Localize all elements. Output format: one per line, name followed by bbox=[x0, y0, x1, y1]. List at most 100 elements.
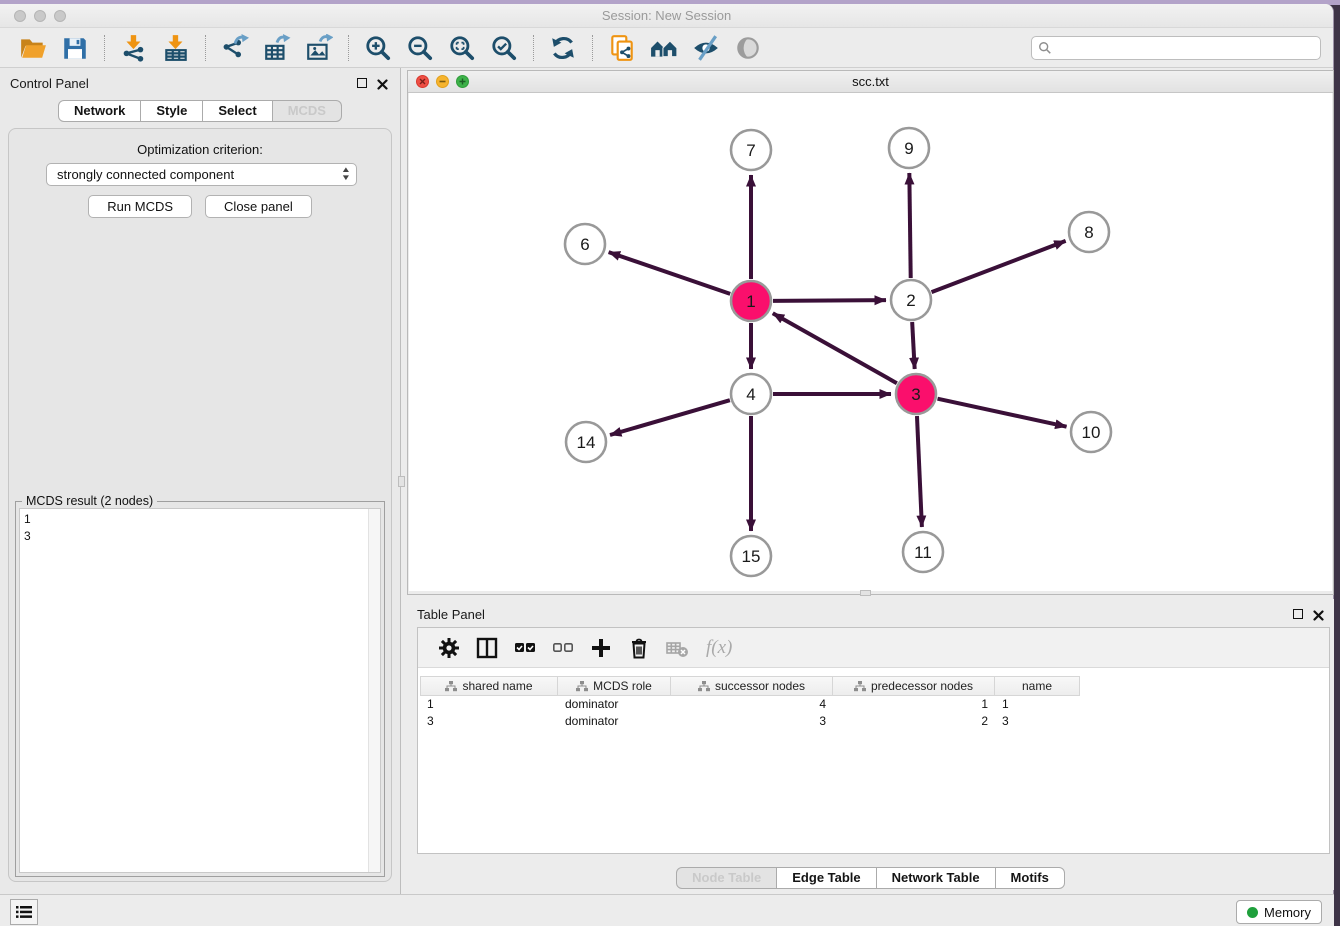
float-panel-icon[interactable] bbox=[1293, 609, 1303, 619]
tab-node-table[interactable]: Node Table bbox=[676, 867, 777, 889]
task-history-button[interactable] bbox=[10, 899, 38, 925]
node-label: 7 bbox=[746, 141, 755, 160]
result-scrollbar[interactable] bbox=[368, 509, 380, 872]
graph-node-9[interactable]: 9 bbox=[889, 128, 929, 168]
save-session-icon[interactable] bbox=[61, 34, 89, 62]
zoom-out-icon[interactable] bbox=[406, 34, 434, 62]
column-header-label: shared name bbox=[462, 679, 532, 693]
first-neighbors-icon[interactable] bbox=[650, 34, 678, 62]
edge-2-to-9[interactable] bbox=[909, 173, 910, 278]
hide-graphics-details-icon[interactable] bbox=[692, 34, 720, 62]
tab-style[interactable]: Style bbox=[141, 100, 203, 122]
tab-select[interactable]: Select bbox=[203, 100, 272, 122]
export-table-icon[interactable] bbox=[263, 34, 291, 62]
memory-button[interactable]: Memory bbox=[1236, 900, 1322, 924]
splitter-handle[interactable] bbox=[860, 590, 871, 596]
function-builder-icon: f(x) bbox=[706, 637, 732, 659]
delete-columns-icon[interactable] bbox=[627, 636, 651, 660]
dropdown-value: strongly connected component bbox=[57, 167, 234, 182]
tab-motifs[interactable]: Motifs bbox=[996, 867, 1065, 889]
table-cell: dominator bbox=[558, 696, 671, 713]
edge-4-to-14[interactable] bbox=[610, 400, 730, 435]
column-header-predecessor-nodes[interactable]: predecessor nodes bbox=[833, 676, 995, 696]
result-line: 1 bbox=[24, 511, 376, 528]
table-toolbar: f(x) bbox=[418, 628, 1329, 668]
graph-node-8[interactable]: 8 bbox=[1069, 212, 1109, 252]
table-row[interactable]: 1dominator411 bbox=[420, 696, 1327, 713]
graph-node-11[interactable]: 11 bbox=[903, 532, 943, 572]
optimization-criterion-select[interactable]: strongly connected component ▲▼ bbox=[46, 163, 357, 186]
graph-node-14[interactable]: 14 bbox=[566, 422, 606, 462]
node-label: 6 bbox=[580, 235, 589, 254]
network-window-titlebar[interactable]: scc.txt bbox=[408, 71, 1333, 93]
export-network-icon[interactable] bbox=[221, 34, 249, 62]
column-header-name[interactable]: name bbox=[995, 676, 1080, 696]
graph-node-3[interactable]: 3 bbox=[896, 374, 936, 414]
node-label: 15 bbox=[742, 547, 761, 566]
toolbar-separator bbox=[533, 35, 534, 61]
column-header-successor-nodes[interactable]: successor nodes bbox=[671, 676, 833, 696]
graph-node-10[interactable]: 10 bbox=[1071, 412, 1111, 452]
mcds-result-group: MCDS result (2 nodes) 13 bbox=[15, 501, 385, 877]
optimization-criterion-label: Optimization criterion: bbox=[9, 142, 391, 157]
column-header-MCDS-role[interactable]: MCDS role bbox=[558, 676, 671, 696]
import-table-icon[interactable] bbox=[162, 34, 190, 62]
edge-2-to-8[interactable] bbox=[932, 241, 1066, 292]
column-header-label: successor nodes bbox=[715, 679, 805, 693]
table-cell: 3 bbox=[995, 713, 1080, 730]
graph-node-7[interactable]: 7 bbox=[731, 130, 771, 170]
import-network-icon[interactable] bbox=[120, 34, 148, 62]
network-canvas[interactable]: 7 9 6 8 1 2 4 3 14 10 15 11 bbox=[409, 93, 1332, 591]
node-table-container: f(x) shared name MCDS role successor nodes… bbox=[417, 627, 1330, 854]
status-bar: Memory bbox=[0, 894, 1334, 926]
duplicate-network-icon[interactable] bbox=[608, 34, 636, 62]
mcds-result-text[interactable]: 13 bbox=[19, 508, 381, 873]
zoom-fit-icon[interactable] bbox=[448, 34, 476, 62]
close-panel-icon[interactable] bbox=[377, 77, 388, 88]
run-mcds-button[interactable]: Run MCDS bbox=[88, 195, 192, 218]
zoom-in-icon[interactable] bbox=[364, 34, 392, 62]
result-line: 3 bbox=[24, 528, 376, 545]
column-header-label: predecessor nodes bbox=[871, 679, 973, 693]
window-title: Session: New Session bbox=[0, 8, 1333, 23]
mcds-result-title: MCDS result (2 nodes) bbox=[22, 494, 157, 508]
tab-edge-table[interactable]: Edge Table bbox=[777, 867, 876, 889]
node-label: 10 bbox=[1082, 423, 1101, 442]
graph-node-15[interactable]: 15 bbox=[731, 536, 771, 576]
edge-1-to-2[interactable] bbox=[773, 300, 886, 301]
close-panel-button[interactable]: Close panel bbox=[205, 195, 312, 218]
create-column-icon[interactable] bbox=[589, 636, 613, 660]
open-session-icon[interactable] bbox=[19, 34, 47, 62]
search-input[interactable] bbox=[1052, 38, 1320, 58]
edge-3-to-1[interactable] bbox=[773, 313, 897, 383]
edge-3-to-11[interactable] bbox=[917, 416, 922, 527]
show-columns-icon[interactable] bbox=[475, 636, 499, 660]
splitter-handle[interactable] bbox=[398, 476, 405, 487]
tab-network-table[interactable]: Network Table bbox=[877, 867, 996, 889]
select-all-columns-icon[interactable] bbox=[513, 636, 537, 660]
edge-2-to-3[interactable] bbox=[912, 322, 915, 369]
graph-node-2[interactable]: 2 bbox=[891, 280, 931, 320]
graph-node-6[interactable]: 6 bbox=[565, 224, 605, 264]
export-image-icon[interactable] bbox=[305, 34, 333, 62]
tab-mcds[interactable]: MCDS bbox=[273, 100, 342, 122]
memory-label: Memory bbox=[1264, 905, 1311, 920]
app-window: Session: New Session bbox=[0, 4, 1334, 926]
graph-node-1[interactable]: 1 bbox=[731, 281, 771, 321]
tab-network[interactable]: Network bbox=[58, 100, 141, 122]
float-panel-icon[interactable] bbox=[357, 78, 367, 88]
graph-node-4[interactable]: 4 bbox=[731, 374, 771, 414]
zoom-selected-icon[interactable] bbox=[490, 34, 518, 62]
sort-hierarchy-icon bbox=[445, 681, 457, 692]
column-header-shared-name[interactable]: shared name bbox=[420, 676, 558, 696]
node-label: 3 bbox=[911, 385, 920, 404]
edge-3-to-10[interactable] bbox=[937, 399, 1066, 427]
edge-1-to-6[interactable] bbox=[609, 252, 731, 294]
table-row[interactable]: 3dominator323 bbox=[420, 713, 1327, 730]
unselect-all-columns-icon[interactable] bbox=[551, 636, 575, 660]
refresh-icon[interactable] bbox=[549, 34, 577, 62]
table-cell: 1 bbox=[833, 696, 995, 713]
table-settings-icon[interactable] bbox=[437, 636, 461, 660]
close-panel-icon[interactable] bbox=[1313, 608, 1324, 619]
toggle-graphics-details-icon[interactable] bbox=[734, 34, 762, 62]
